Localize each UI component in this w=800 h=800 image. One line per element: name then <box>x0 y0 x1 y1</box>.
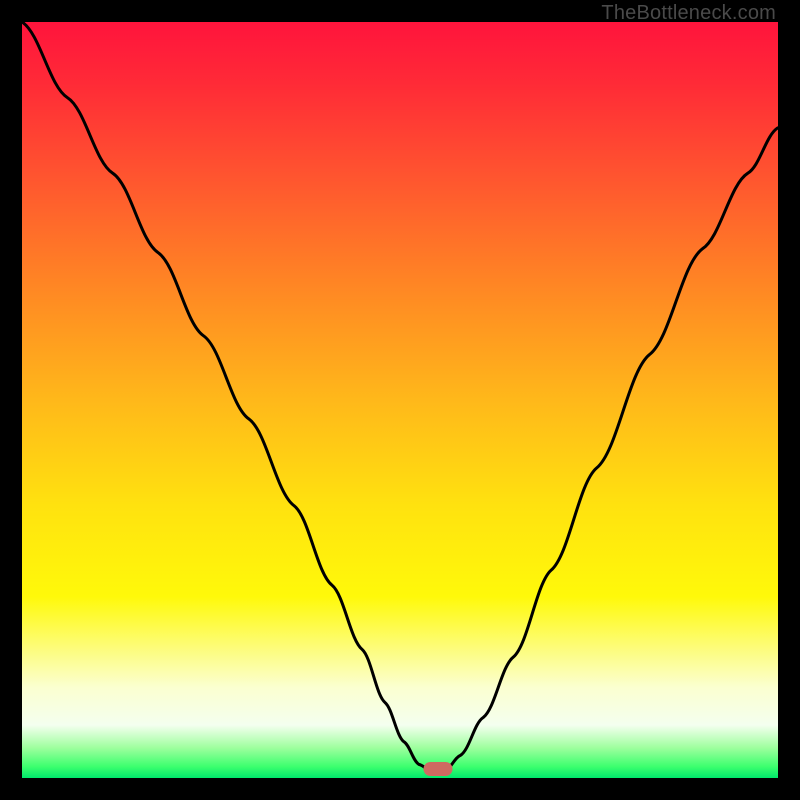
chart-plot-area <box>22 22 778 778</box>
chart-curve-right-branch <box>445 128 778 771</box>
chart-curve-left-branch <box>22 22 430 770</box>
chart-minimum-marker <box>423 762 452 776</box>
chart-curve-layer <box>22 22 778 778</box>
watermark-text: TheBottleneck.com <box>601 2 776 25</box>
